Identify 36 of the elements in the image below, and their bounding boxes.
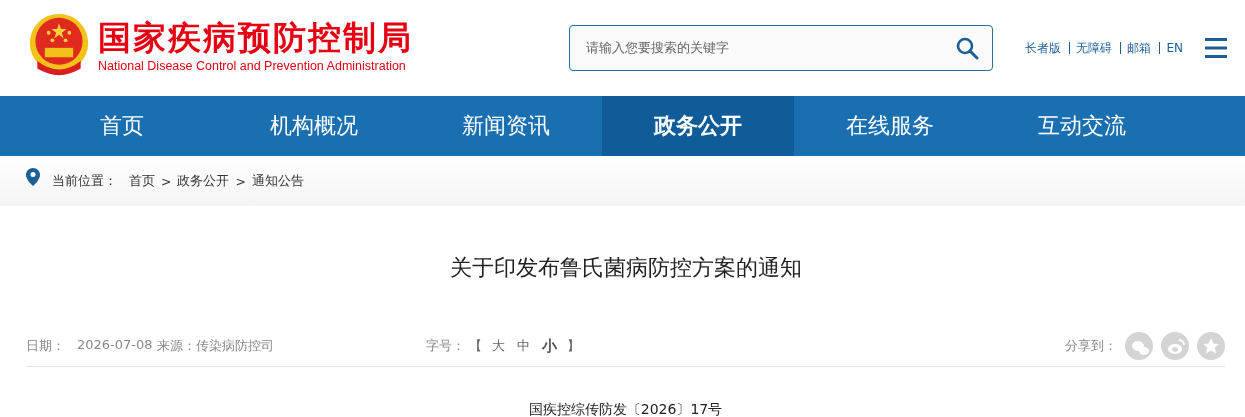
header-link[interactable]: 无障碍 — [1076, 39, 1113, 57]
font-size-option[interactable]: 大 — [491, 337, 505, 355]
header-link[interactable]: 邮箱 — [1127, 39, 1152, 57]
menu-icon[interactable] — [1205, 37, 1227, 59]
font-size-label: 字号： — [425, 337, 465, 355]
date-label: 日期： — [26, 337, 65, 355]
source-text: 来源：传染病防控司 — [156, 337, 274, 355]
breadcrumb-label: 当前位置： — [52, 172, 117, 190]
chat-icon[interactable] — [1125, 332, 1153, 360]
search-field[interactable]: 请输入您要搜索的关键字 — [569, 24, 994, 71]
breadcrumb-separator: > — [235, 173, 246, 189]
nav-tab[interactable]: 在线服务 — [794, 96, 986, 156]
site-title: 国家疾病预防控制局 — [98, 18, 413, 58]
date-text: 2026-07-08 — [77, 337, 153, 354]
location-pin-icon — [26, 168, 40, 186]
bracket-text: 【 — [468, 337, 482, 355]
font-size-option[interactable]: 小 — [541, 336, 557, 356]
site-subtitle: National Disease Control and Prevention Administration — [98, 58, 407, 74]
breadcrumb-link[interactable]: 政务公开 — [177, 172, 230, 190]
weibo-icon[interactable] — [1161, 332, 1189, 360]
document-number: 国疾控综传防发〔2026〕17号 — [527, 401, 724, 417]
bracket-text: 】 — [566, 337, 580, 355]
nav-tab[interactable]: 政务公开 — [602, 96, 794, 156]
nav-tab[interactable]: 首页 — [26, 96, 218, 156]
font-size-option[interactable]: 中 — [516, 337, 530, 355]
breadcrumb-link[interactable]: 首页 — [129, 172, 155, 190]
breadcrumb-separator: > — [161, 173, 172, 189]
breadcrumb-link[interactable]: 通知公告 — [251, 172, 304, 190]
nav-tab[interactable]: 互动交流 — [986, 96, 1178, 156]
header-link[interactable]: EN — [1166, 41, 1183, 55]
nav-tab[interactable]: 机构概况 — [218, 96, 410, 156]
article-title: 关于印发布鲁氏菌病防控方案的通知 — [448, 254, 803, 282]
search-icon[interactable] — [955, 35, 980, 60]
header-link[interactable]: 长者版 — [1025, 39, 1062, 57]
share-label: 分享到： — [1065, 337, 1117, 355]
nav-tab[interactable]: 新闻资讯 — [410, 96, 602, 156]
